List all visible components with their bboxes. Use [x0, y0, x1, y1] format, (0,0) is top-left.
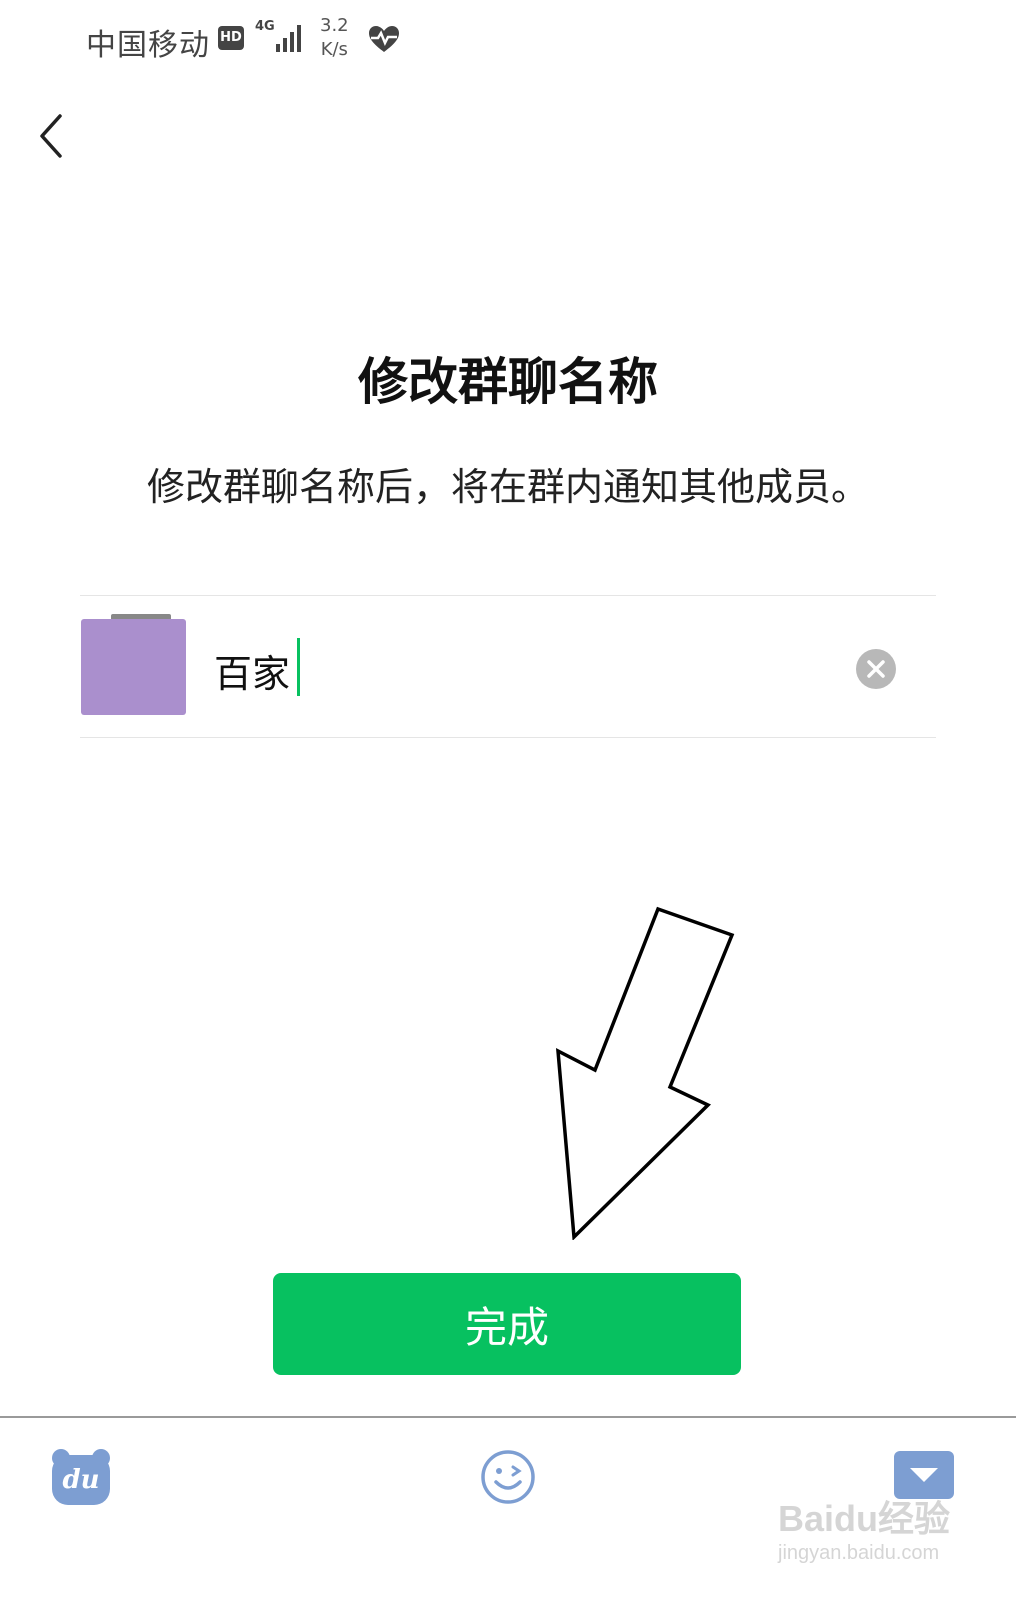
text-caret [297, 638, 300, 696]
network-speed: 3.2 K/s [320, 14, 349, 62]
page-title: 修改群聊名称 [358, 353, 658, 411]
du-logo-icon[interactable]: du [50, 1447, 112, 1507]
du-logo-text: du [62, 1465, 99, 1495]
signal-bars-icon [272, 22, 306, 52]
watermark-main: Baidu经验 [778, 1498, 951, 1539]
group-avatar [81, 619, 186, 715]
watermark: Baidu经验 jingyan.baidu.com [778, 1480, 988, 1590]
speed-unit: K/s [320, 39, 348, 60]
annotation-arrow-icon [555, 906, 735, 1240]
smiley-wink-icon[interactable] [480, 1449, 536, 1505]
chevron-left-icon[interactable] [34, 112, 68, 160]
page-subtitle: 修改群聊名称后，将在群内通知其他成员。 [146, 465, 869, 509]
watermark-sub: jingyan.baidu.com [778, 1542, 940, 1564]
done-button[interactable]: 完成 [273, 1273, 741, 1375]
speed-value: 3.2 [320, 15, 349, 36]
carrier-name: 中国移动 [86, 28, 210, 63]
status-bar: 中国移动 HD 4G 3.2 K/s [0, 0, 1016, 80]
divider-bottom [80, 737, 936, 738]
divider-top [80, 595, 936, 596]
clear-circle-icon[interactable] [855, 648, 897, 690]
group-name-input[interactable] [214, 642, 814, 698]
heart-pulse-icon [369, 26, 399, 52]
hd-badge: HD [218, 26, 244, 50]
